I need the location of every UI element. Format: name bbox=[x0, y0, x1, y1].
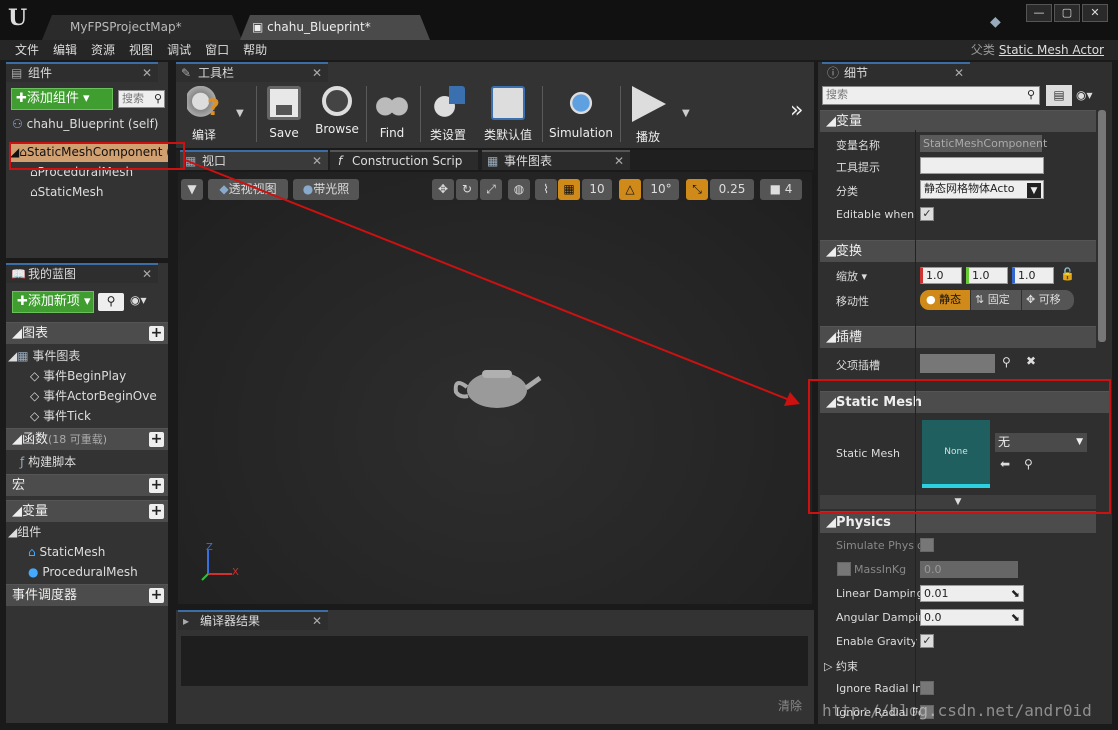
watermark: http://blog.csdn.net/andr0id bbox=[822, 701, 1092, 720]
annotation-arrow bbox=[184, 159, 800, 406]
